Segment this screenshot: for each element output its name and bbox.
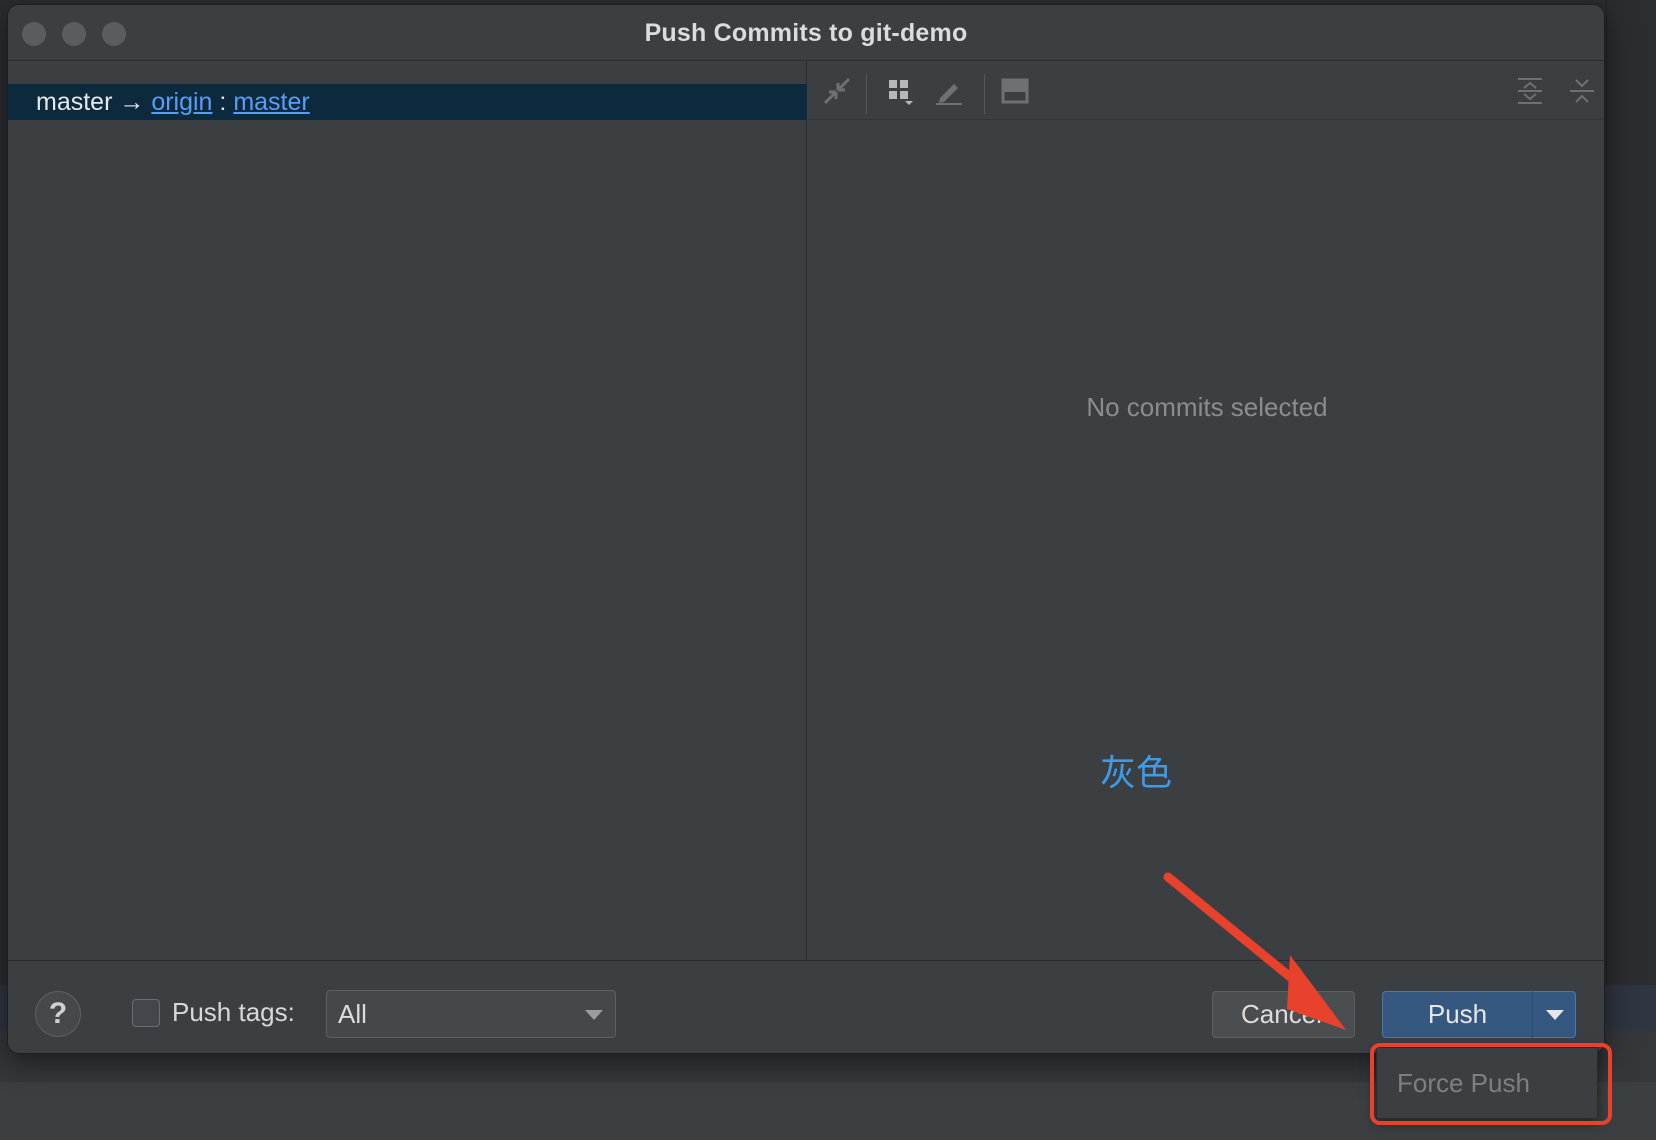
remote-separator: : <box>219 88 227 116</box>
commits-tree-pane: master → origin : master <box>8 62 807 960</box>
chevron-down-icon <box>1546 1010 1564 1020</box>
dialog-title: Push Commits to git-demo <box>644 19 968 47</box>
ide-right-column <box>1606 0 1656 985</box>
arrow-right-icon: → <box>119 88 145 116</box>
push-button[interactable]: Push <box>1382 991 1532 1038</box>
push-tags-select[interactable]: All <box>326 990 616 1038</box>
group-by-icon[interactable] <box>883 74 917 108</box>
details-toolbar <box>808 62 1604 120</box>
dialog-footer: ? Push tags: All Cancel Push <box>8 960 1604 1053</box>
expand-all-icon[interactable] <box>1513 74 1547 108</box>
toolbar-separator <box>984 74 985 114</box>
push-tags-select-value: All <box>338 999 367 1029</box>
toolbar-separator <box>866 74 867 114</box>
preview-icon[interactable] <box>998 74 1032 108</box>
push-tags-label: Push tags: <box>172 997 295 1027</box>
local-branch: master <box>36 88 113 116</box>
push-tags-checkbox[interactable] <box>132 999 160 1027</box>
edit-icon[interactable] <box>932 74 966 108</box>
help-button[interactable]: ? <box>35 991 81 1037</box>
collapse-all-icon[interactable] <box>1565 74 1599 108</box>
title-bar: Push Commits to git-demo <box>8 5 1604 61</box>
remote-link[interactable]: origin <box>151 88 212 116</box>
branch-row[interactable]: master → origin : master <box>8 84 807 120</box>
empty-state-message: No commits selected <box>1086 392 1328 422</box>
remote-branch-link[interactable]: master <box>233 88 309 116</box>
chevron-down-icon <box>585 1010 603 1020</box>
commit-details-pane: No commits selected 灰色 <box>808 62 1604 960</box>
cancel-button[interactable]: Cancel <box>1212 991 1355 1038</box>
expand-collapse-icon[interactable] <box>820 74 854 108</box>
push-options-button[interactable] <box>1532 991 1576 1038</box>
annotation-label: 灰色 <box>1100 753 1173 794</box>
push-dialog: Push Commits to git-demo master → origin… <box>7 4 1605 1054</box>
annotation-highlight-box <box>1370 1043 1612 1125</box>
